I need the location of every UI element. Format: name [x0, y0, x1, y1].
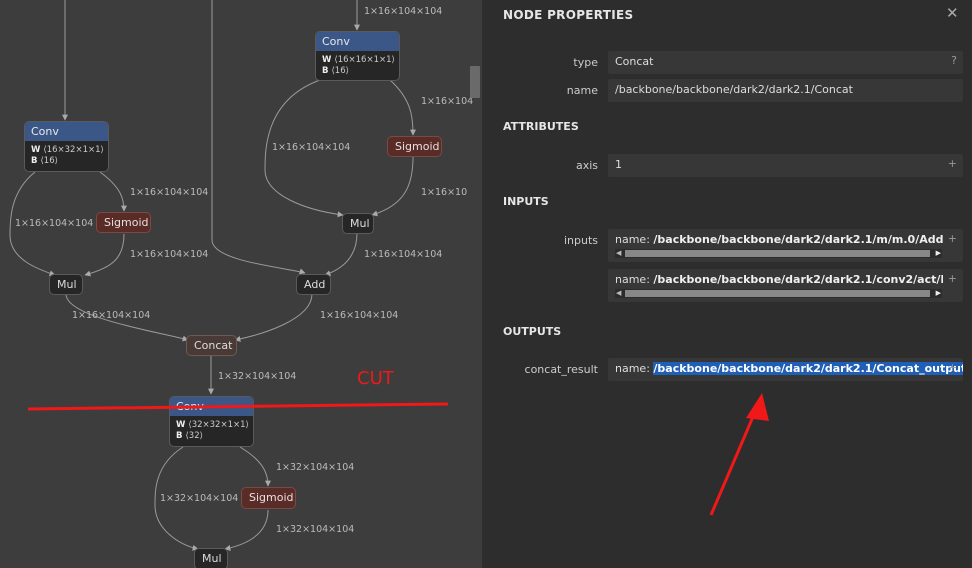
conv-node-left[interactable]: Conv W ⟨16×32×1×1⟩ B ⟨16⟩	[24, 121, 109, 172]
edge-label: 1×16×104	[421, 96, 474, 107]
type-value: Concat	[615, 55, 654, 68]
panel-title: NODE PROPERTIES	[503, 8, 634, 22]
conv-node-top[interactable]: Conv W ⟨16×16×1×1⟩ B ⟨16⟩	[315, 31, 400, 81]
axis-value: 1	[615, 158, 622, 171]
input-hscrollbar[interactable]: ◀ ▶	[615, 289, 942, 298]
input-item[interactable]: name: /backbone/backbone/dark2/dark2.1/c…	[608, 269, 963, 302]
scrollbar-thumb[interactable]	[625, 290, 930, 297]
bias-shape: ⟨16⟩	[40, 156, 58, 166]
input-prefix: name:	[615, 273, 654, 286]
graph-view[interactable]: Conv W ⟨16×16×1×1⟩ B ⟨16⟩ Conv W ⟨16×32×1×1…	[0, 0, 482, 568]
expand-plus-icon[interactable]: +	[948, 272, 957, 285]
weight-shape: ⟨16×32×1×1⟩	[43, 145, 104, 155]
edge-label: 1×32×104×104	[218, 371, 297, 382]
conv-node-bottom[interactable]: Conv W ⟨32×32×1×1⟩ B ⟨32⟩	[169, 396, 254, 447]
edge	[389, 79, 416, 136]
conv-node-title: Conv	[25, 122, 108, 141]
axis-field[interactable]: 1 +	[608, 154, 963, 177]
input-value: /backbone/backbone/dark2/dark2.1/conv2/a…	[653, 273, 943, 286]
conv-node-title: Conv	[170, 397, 253, 416]
scroll-left-arrow-icon[interactable]: ◀	[616, 249, 621, 258]
mul-node-bottom[interactable]: Mul	[194, 548, 228, 568]
input-hscrollbar[interactable]: ◀ ▶	[615, 249, 942, 258]
edge-label: 1×16×104×104	[364, 249, 443, 260]
edge-label: 1×16×104×104	[320, 310, 399, 321]
edge-label: 1×16×104×104	[364, 6, 443, 17]
name-field[interactable]: /backbone/backbone/dark2/dark2.1/Concat	[608, 79, 963, 102]
edge	[234, 293, 313, 342]
cut-label: CUT	[357, 368, 394, 389]
edge-label: 1×32×104×104	[160, 493, 239, 504]
help-icon[interactable]: ?	[951, 54, 957, 67]
expand-plus-icon[interactable]: +	[948, 361, 957, 374]
sigmoid-node-bottom[interactable]: Sigmoid	[241, 487, 296, 509]
edge	[239, 446, 271, 487]
mul-node-right[interactable]: Mul	[342, 213, 374, 234]
edge	[224, 509, 269, 551]
outputs-heading: OUTPUTS	[503, 325, 562, 338]
edge	[211, 0, 306, 275]
edge-label: 1×16×104×104	[272, 142, 351, 153]
add-node[interactable]: Add	[296, 274, 331, 295]
conv-node-title: Conv	[316, 32, 399, 51]
close-icon[interactable]: ✕	[946, 4, 959, 22]
input-value: /backbone/backbone/dark2/dark2.1/m/m.0/A…	[653, 233, 943, 246]
expand-plus-icon[interactable]: +	[948, 157, 957, 170]
edge	[84, 233, 125, 277]
type-label: type	[573, 56, 598, 69]
input-prefix: name:	[615, 233, 654, 246]
weight-key: W	[322, 55, 332, 65]
inputs-heading: INPUTS	[503, 195, 549, 208]
bias-key: B	[31, 156, 38, 166]
mul-node-left[interactable]: Mul	[49, 274, 83, 295]
edge	[371, 156, 414, 217]
name-value: /backbone/backbone/dark2/dark2.1/Concat	[615, 83, 853, 96]
attributes-heading: ATTRIBUTES	[503, 120, 579, 133]
axis-label: axis	[575, 159, 598, 172]
edge-label: 1×32×104×104	[276, 462, 355, 473]
output-prefix: name:	[615, 362, 654, 375]
input-item[interactable]: name: /backbone/backbone/dark2/dark2.1/m…	[608, 229, 963, 262]
bias-shape: ⟨16⟩	[331, 66, 349, 76]
output-label: concat_result	[524, 363, 598, 376]
output-field[interactable]: name: /backbone/backbone/dark2/dark2.1/C…	[608, 358, 963, 381]
graph-scrollbar-thumb[interactable]	[470, 66, 480, 98]
weight-shape: ⟨16×16×1×1⟩	[334, 55, 395, 65]
scrollbar-thumb[interactable]	[625, 250, 930, 257]
edge	[324, 232, 358, 277]
output-value-selected: /backbone/backbone/dark2/dark2.1/Concat_…	[653, 362, 963, 375]
concat-node[interactable]: Concat	[186, 335, 237, 356]
edge-label: 1×16×104×104	[130, 187, 209, 198]
sigmoid-node-left[interactable]: Sigmoid	[96, 212, 151, 233]
sigmoid-node-right[interactable]: Sigmoid	[387, 136, 442, 157]
edge-label: 1×32×104×104	[276, 524, 355, 535]
scroll-left-arrow-icon[interactable]: ◀	[616, 289, 621, 298]
edge-label: 1×16×104×104	[15, 218, 94, 229]
edge-label: 1×16×104×104	[130, 249, 209, 260]
edge-label: 1×16×104×104	[72, 310, 151, 321]
edge-label: 1×16×10	[421, 187, 468, 198]
node-properties-panel: NODE PROPERTIES ✕ type Concat ? name /ba…	[482, 0, 972, 568]
weight-key: W	[31, 145, 41, 155]
bias-key: B	[176, 431, 183, 441]
name-label: name	[566, 84, 598, 97]
bias-shape: ⟨32⟩	[185, 431, 203, 441]
expand-plus-icon[interactable]: +	[948, 232, 957, 245]
scroll-right-arrow-icon[interactable]: ▶	[936, 249, 941, 258]
inputs-label: inputs	[563, 234, 598, 247]
scroll-right-arrow-icon[interactable]: ▶	[936, 289, 941, 298]
bias-key: B	[322, 66, 329, 76]
weight-key: W	[176, 420, 186, 430]
weight-shape: ⟨32×32×1×1⟩	[188, 420, 249, 430]
edge	[99, 171, 127, 212]
type-field: Concat ?	[608, 51, 963, 74]
